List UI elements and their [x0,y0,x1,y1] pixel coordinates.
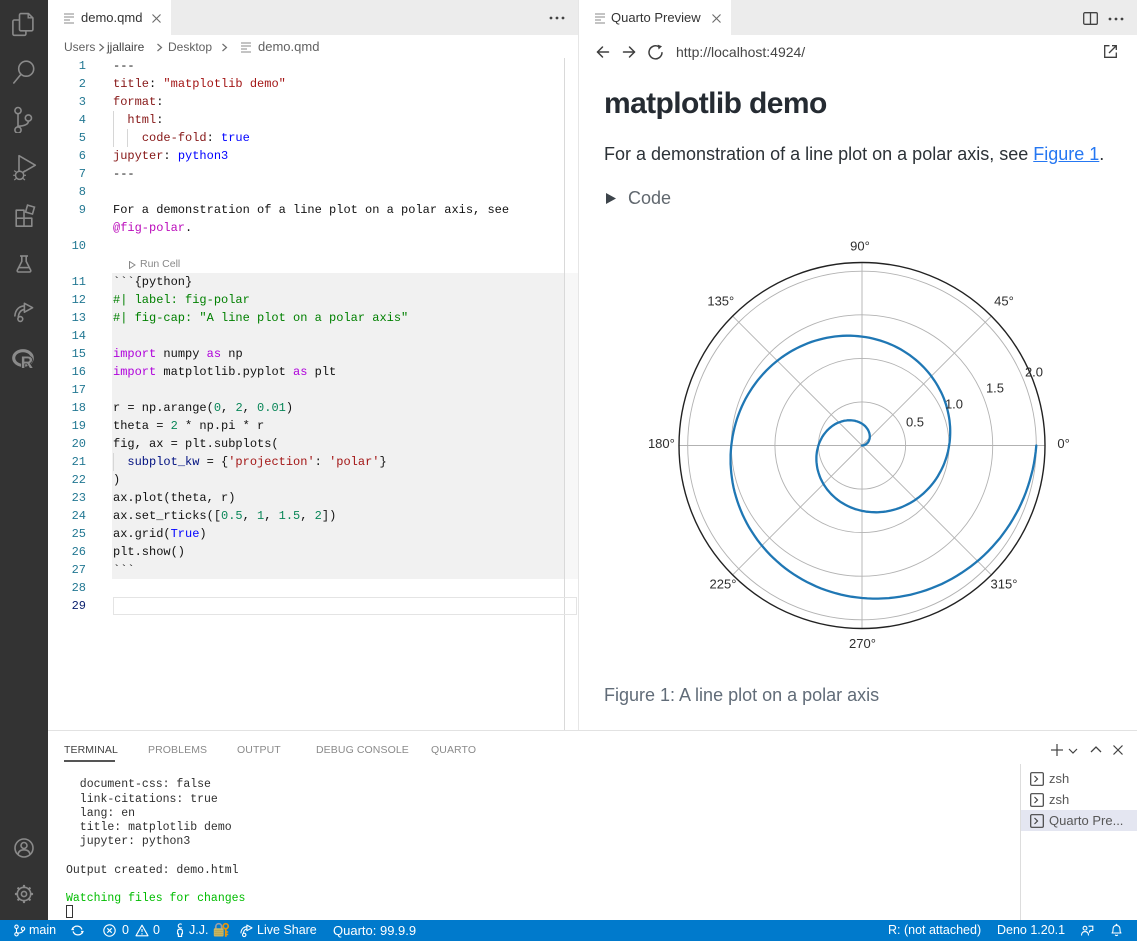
svg-text:45°: 45° [994,293,1014,308]
svg-text:0.5: 0.5 [906,415,924,430]
svg-text:135°: 135° [707,293,734,308]
svg-text:315°: 315° [991,577,1018,592]
svg-text:180°: 180° [648,436,675,451]
svg-text:90°: 90° [850,239,870,254]
svg-text:1.0: 1.0 [945,397,963,412]
svg-text:225°: 225° [710,577,737,592]
svg-text:0°: 0° [1057,436,1069,451]
svg-text:2.0: 2.0 [1025,365,1043,380]
svg-text:270°: 270° [849,636,876,651]
svg-text:R: R [21,353,33,372]
svg-text:1.5: 1.5 [986,381,1004,396]
